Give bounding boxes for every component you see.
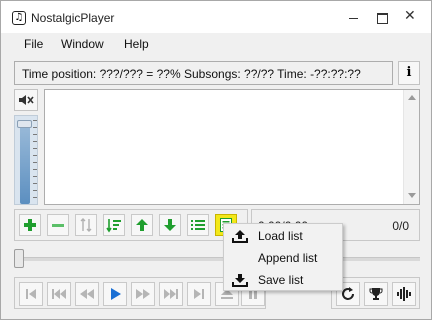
minus-icon [52, 224, 64, 227]
menu-bar: File Window Help [1, 33, 431, 55]
title-bar: ♫ NostalgicPlayer ✕ [1, 1, 431, 33]
minimize-button[interactable] [347, 11, 361, 23]
scroll-down-icon[interactable] [408, 193, 416, 198]
volume-thumb[interactable] [17, 120, 32, 128]
download-icon [232, 274, 248, 287]
menu-item-label: Append list [258, 251, 318, 265]
info-button[interactable]: i [398, 61, 420, 85]
playlist-scrollbar[interactable] [403, 90, 419, 204]
append-icon [232, 251, 248, 266]
position-track [14, 257, 420, 261]
move-down-button[interactable] [159, 214, 181, 236]
next-song-button[interactable] [159, 282, 183, 306]
volume-level [20, 122, 30, 204]
scroll-up-icon[interactable] [408, 95, 416, 100]
app-window: ♫ NostalgicPlayer ✕ File Window Help Tim… [0, 0, 432, 320]
menu-window[interactable]: Window [61, 37, 104, 51]
favorites-button[interactable] [364, 282, 388, 306]
mute-icon [19, 95, 34, 105]
window-title: NostalgicPlayer [31, 11, 115, 25]
menu-item-label: Load list [258, 229, 303, 243]
extra-controls [331, 277, 420, 309]
select-all-button[interactable] [187, 214, 209, 236]
add-button[interactable] [19, 214, 41, 236]
volume-slider[interactable] [14, 115, 38, 205]
visualizer-button[interactable] [392, 282, 416, 306]
previous-song-button[interactable] [47, 282, 71, 306]
skip-back-icon [52, 289, 66, 299]
fast-forward-icon [136, 289, 150, 299]
sort-button[interactable] [103, 214, 125, 236]
close-button[interactable]: ✕ [404, 9, 418, 23]
module-info-text: Time position: ???/??? = ??% Subsongs: ?… [22, 67, 361, 81]
menu-item-append-list[interactable]: Append list [224, 247, 342, 269]
menu-item-save-list[interactable]: Save list [224, 269, 342, 291]
swap-button[interactable] [75, 214, 97, 236]
skip-forward-icon [164, 289, 178, 299]
next-module-button[interactable] [187, 282, 211, 306]
menu-item-load-list[interactable]: Load list [224, 225, 342, 247]
skip-start-icon [26, 289, 36, 299]
position-thumb[interactable] [14, 249, 24, 268]
sort-icon [106, 219, 121, 233]
previous-module-button[interactable] [19, 282, 43, 306]
playlist[interactable] [44, 89, 420, 205]
volume-ticks [33, 120, 37, 204]
arrow-down-icon [164, 219, 176, 231]
list-toolbar [14, 209, 248, 241]
list-context-menu: Load list Append list Save list [223, 223, 343, 291]
upload-icon [232, 230, 248, 243]
maximize-button[interactable] [375, 11, 389, 24]
mute-button[interactable] [14, 89, 38, 111]
plus-icon [24, 219, 36, 231]
swap-icon [80, 218, 92, 232]
skip-end-icon [194, 289, 204, 299]
trophy-icon [369, 288, 383, 300]
list-icon [191, 220, 205, 230]
position-slider[interactable] [14, 247, 420, 271]
waveform-icon [397, 287, 411, 301]
arrow-up-icon [136, 219, 148, 231]
music-note-icon: ♫ [12, 11, 26, 25]
play-icon [111, 288, 121, 300]
menu-item-label: Save list [258, 273, 304, 287]
rewind-icon [80, 289, 94, 299]
list-count: 0/0 [392, 219, 409, 233]
rewind-button[interactable] [75, 282, 99, 306]
remove-button[interactable] [47, 214, 69, 236]
fast-forward-button[interactable] [131, 282, 155, 306]
play-button[interactable] [103, 282, 127, 306]
move-up-button[interactable] [131, 214, 153, 236]
menu-file[interactable]: File [24, 37, 43, 51]
module-info-box: Time position: ???/??? = ??% Subsongs: ?… [14, 61, 393, 85]
menu-help[interactable]: Help [124, 37, 149, 51]
